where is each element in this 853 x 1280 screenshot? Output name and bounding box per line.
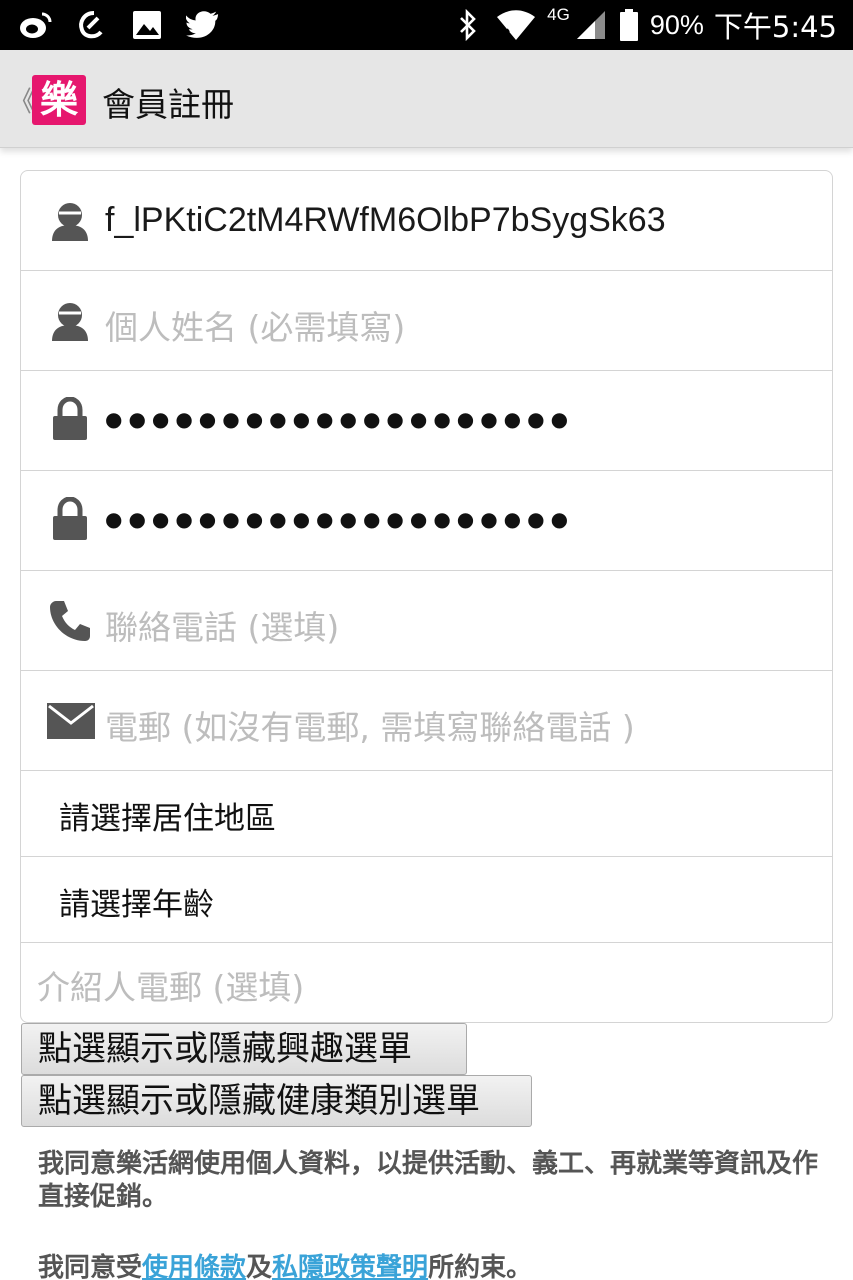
password-dots: ●●●●●●●●●●●●●●●●●●●●: [105, 407, 575, 431]
username-value: f_lPKtiC2tM4RWfM6OlbP7bSygSk63: [105, 201, 666, 239]
interest-toggle-button[interactable]: 點選顯示或隱藏興趣選單: [21, 1023, 467, 1075]
confirm-password-field[interactable]: ●●●●●●●●●●●●●●●●●●●●: [21, 471, 832, 571]
registration-form: f_lPKtiC2tM4RWfM6OlbP7bSygSk63 個人姓名 (必需填…: [20, 170, 833, 1023]
consent-text: 我同意樂活網使用個人資料，以提供活動、義工、再就業等資訊及作直接促銷。: [38, 1149, 819, 1212]
terms-prefix: 我同意受: [38, 1253, 143, 1280]
terms-of-use-link[interactable]: 使用條款: [142, 1253, 246, 1280]
email-placeholder: 電郵 (如沒有電郵, 需填寫聯絡電話 ): [105, 708, 635, 747]
mail-icon: [47, 698, 95, 744]
referrer-placeholder: 介紹人電郵 (選填): [37, 968, 305, 1007]
name-placeholder: 個人姓名 (必需填寫): [105, 308, 406, 347]
health-toggle-button[interactable]: 點選顯示或隱藏健康類別選單: [21, 1075, 532, 1127]
lock-icon: [47, 496, 93, 542]
lock-icon: [47, 396, 93, 442]
name-field[interactable]: 個人姓名 (必需填寫): [21, 271, 832, 371]
clock: 下午5:45: [713, 10, 837, 44]
terms-statement: 我同意受使用條款及私隱政策聲明所約束。: [38, 1252, 818, 1280]
user-icon: [47, 198, 93, 244]
referrer-email-field[interactable]: 介紹人電郵 (選填): [21, 943, 832, 1022]
twitter-icon: [186, 8, 220, 42]
privacy-policy-link[interactable]: 私隱政策聲明: [272, 1253, 428, 1280]
system-status: 4G 90% 下午5:45: [451, 0, 837, 50]
weibo-icon: [18, 8, 52, 42]
password-field[interactable]: ●●●●●●●●●●●●●●●●●●●●: [21, 371, 832, 471]
confirm-password-dots: ●●●●●●●●●●●●●●●●●●●●: [105, 507, 575, 531]
age-select-value: 請選擇年齡: [59, 887, 214, 923]
signal-icon: [574, 8, 608, 42]
terms-and: 及: [246, 1253, 273, 1280]
email-field[interactable]: 電郵 (如沒有電郵, 需填寫聯絡電話 ): [21, 671, 832, 771]
username-field[interactable]: f_lPKtiC2tM4RWfM6OlbP7bSygSk63: [21, 171, 832, 271]
terms-suffix: 所約束。: [428, 1253, 533, 1280]
bluetooth-icon: [451, 8, 485, 42]
age-select[interactable]: 請選擇年齡: [21, 857, 832, 943]
link-app-icon: [74, 8, 108, 42]
network-type: 4G: [547, 5, 570, 24]
phone-icon: [47, 598, 93, 644]
notification-icons: [18, 8, 220, 42]
battery-icon: [618, 8, 640, 42]
app-bar: 《 樂 會員註冊: [0, 50, 853, 148]
page-title: 會員註冊: [102, 85, 234, 124]
status-bar: 4G 90% 下午5:45: [0, 0, 853, 50]
image-icon: [130, 8, 164, 42]
phone-field[interactable]: 聯絡電話 (選填): [21, 571, 832, 671]
region-select[interactable]: 請選擇居住地區: [21, 771, 832, 857]
app-logo[interactable]: 樂: [32, 75, 86, 125]
user-icon: [47, 298, 93, 344]
battery-percent: 90%: [649, 9, 704, 40]
wifi-icon: [495, 8, 537, 42]
phone-placeholder: 聯絡電話 (選填): [105, 608, 340, 647]
region-select-value: 請選擇居住地區: [59, 801, 276, 837]
